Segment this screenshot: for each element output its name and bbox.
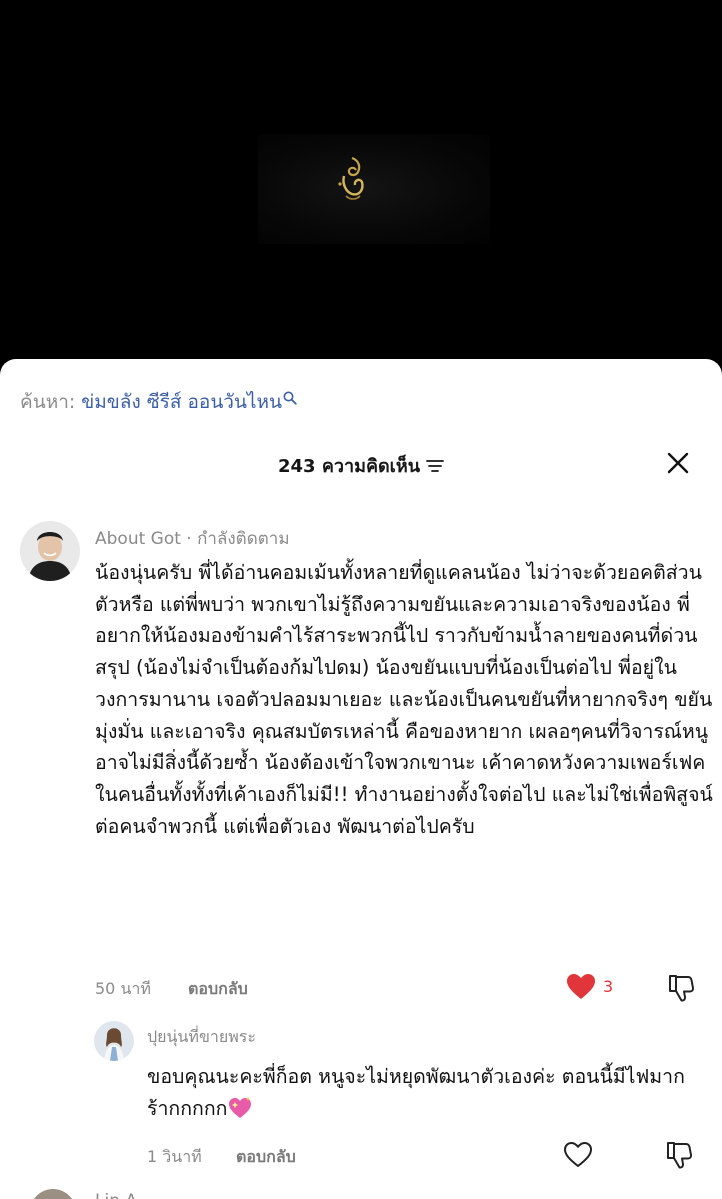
reply-time: 1 วินาที <box>147 1147 202 1166</box>
video-player[interactable] <box>0 0 722 362</box>
search-prefix: ค้นหา: <box>20 391 76 413</box>
comment-time: 50 นาที <box>95 979 151 998</box>
avatar[interactable] <box>20 521 80 581</box>
comment-text: น้องนุ่นครับ พี่ได้อ่านคอมเม้นทั้งหลายที… <box>95 561 713 838</box>
comments-header: 243 ความคิดเห็น <box>0 447 722 481</box>
comment-count-label: 243 ความคิดเห็น <box>277 456 420 477</box>
search-suggestion[interactable]: ค้นหา: ข่มขลัง ซีรีส์ ออนวันไหน <box>20 387 297 417</box>
comment-author[interactable]: Lin A <box>95 1191 137 1199</box>
avatar[interactable] <box>30 1189 76 1199</box>
comment-author[interactable]: About Got · กำลังติดตาม <box>95 525 290 552</box>
video-frame <box>258 134 490 244</box>
title-logo <box>338 156 364 200</box>
thumbs-down-icon[interactable] <box>664 1140 694 1170</box>
close-icon[interactable] <box>664 449 692 477</box>
reply-author[interactable]: ปุยนุ่นที่ขายพระ <box>147 1025 256 1050</box>
search-icon <box>283 391 297 405</box>
avatar-photo <box>20 521 80 581</box>
reply-button[interactable]: ตอบกลับ <box>188 977 248 1002</box>
heart-filled-icon[interactable] <box>566 973 596 1001</box>
thumbs-down-icon[interactable] <box>666 973 696 1003</box>
like-count: 3 <box>603 977 614 996</box>
reply-text: ขอบคุณนะคะพี่ก็อต หนูจะไม่หยุดพัฒนาตัวเอ… <box>147 1061 707 1124</box>
avatar-photo <box>94 1021 134 1061</box>
comment-count[interactable]: 243 ความคิดเห็น <box>0 451 722 480</box>
reply-button[interactable]: ตอบกลับ <box>236 1145 296 1170</box>
comments-sheet: ค้นหา: ข่มขลัง ซีรีส์ ออนวันไหน 243 ความค… <box>0 359 722 1199</box>
heart-outline-icon[interactable] <box>563 1141 593 1169</box>
sort-icon[interactable] <box>426 459 444 473</box>
avatar[interactable] <box>94 1021 134 1061</box>
sparkling-heart-icon <box>229 1096 252 1118</box>
search-query-link[interactable]: ข่มขลัง ซีรีส์ ออนวันไหน <box>81 391 282 413</box>
